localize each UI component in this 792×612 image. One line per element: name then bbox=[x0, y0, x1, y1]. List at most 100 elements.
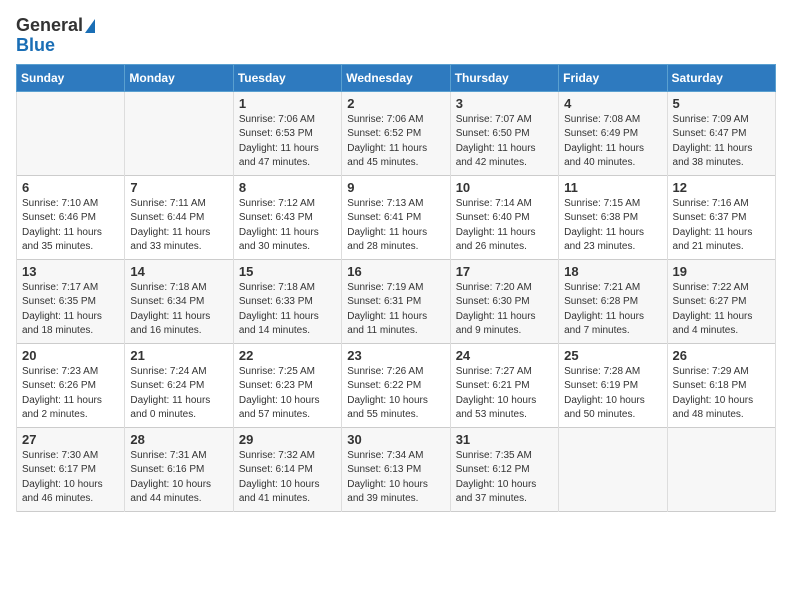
day-number: 29 bbox=[239, 432, 336, 447]
daylight-text: Daylight: 11 hours and 23 minutes. bbox=[564, 226, 661, 255]
calendar-week-row: 20Sunrise: 7:23 AMSunset: 6:26 PMDayligh… bbox=[17, 343, 776, 427]
day-detail: Sunrise: 7:24 AMSunset: 6:24 PMDaylight:… bbox=[130, 365, 227, 423]
sunrise-text: Sunrise: 7:11 AM bbox=[130, 197, 227, 212]
sunset-text: Sunset: 6:35 PM bbox=[22, 295, 119, 310]
sunrise-text: Sunrise: 7:17 AM bbox=[22, 281, 119, 296]
day-number: 16 bbox=[347, 264, 444, 279]
day-number: 3 bbox=[456, 96, 553, 111]
sunset-text: Sunset: 6:16 PM bbox=[130, 463, 227, 478]
sunrise-text: Sunrise: 7:09 AM bbox=[673, 113, 770, 128]
daylight-text: Daylight: 11 hours and 33 minutes. bbox=[130, 226, 227, 255]
sunrise-text: Sunrise: 7:06 AM bbox=[239, 113, 336, 128]
daylight-text: Daylight: 11 hours and 28 minutes. bbox=[347, 226, 444, 255]
sunrise-text: Sunrise: 7:07 AM bbox=[456, 113, 553, 128]
sunset-text: Sunset: 6:46 PM bbox=[22, 211, 119, 226]
day-detail: Sunrise: 7:07 AMSunset: 6:50 PMDaylight:… bbox=[456, 113, 553, 171]
sunset-text: Sunset: 6:40 PM bbox=[456, 211, 553, 226]
daylight-text: Daylight: 11 hours and 26 minutes. bbox=[456, 226, 553, 255]
sunrise-text: Sunrise: 7:08 AM bbox=[564, 113, 661, 128]
calendar-cell bbox=[559, 427, 667, 511]
weekday-header-row: SundayMondayTuesdayWednesdayThursdayFrid… bbox=[17, 64, 776, 91]
sunrise-text: Sunrise: 7:25 AM bbox=[239, 365, 336, 380]
sunrise-text: Sunrise: 7:22 AM bbox=[673, 281, 770, 296]
sunset-text: Sunset: 6:50 PM bbox=[456, 127, 553, 142]
calendar-cell: 28Sunrise: 7:31 AMSunset: 6:16 PMDayligh… bbox=[125, 427, 233, 511]
sunset-text: Sunset: 6:23 PM bbox=[239, 379, 336, 394]
daylight-text: Daylight: 11 hours and 30 minutes. bbox=[239, 226, 336, 255]
day-detail: Sunrise: 7:18 AMSunset: 6:34 PMDaylight:… bbox=[130, 281, 227, 339]
calendar-cell: 14 Sunrise: 7:18 AMSunset: 6:34 PMDayligh… bbox=[125, 259, 233, 343]
calendar-cell: 25Sunrise: 7:28 AMSunset: 6:19 PMDayligh… bbox=[559, 343, 667, 427]
calendar-cell: 9Sunrise: 7:13 AMSunset: 6:41 PMDaylight… bbox=[342, 175, 450, 259]
day-detail: Sunrise: 7:19 AMSunset: 6:31 PMDaylight:… bbox=[347, 281, 444, 339]
day-number: 1 bbox=[239, 96, 336, 111]
day-number: 27 bbox=[22, 432, 119, 447]
day-detail: Sunrise: 7:16 AMSunset: 6:37 PMDaylight:… bbox=[673, 197, 770, 255]
sunset-text: Sunset: 6:22 PM bbox=[347, 379, 444, 394]
day-detail: Sunrise: 7:09 AMSunset: 6:47 PMDaylight:… bbox=[673, 113, 770, 171]
sunrise-text: Sunrise: 7:35 AM bbox=[456, 449, 553, 464]
day-number: 12 bbox=[673, 180, 770, 195]
sunrise-text: Sunrise: 7:19 AM bbox=[347, 281, 444, 296]
day-number: 31 bbox=[456, 432, 553, 447]
day-detail: Sunrise: 7:10 AMSunset: 6:46 PMDaylight:… bbox=[22, 197, 119, 255]
sunset-text: Sunset: 6:30 PM bbox=[456, 295, 553, 310]
day-number: 24 bbox=[456, 348, 553, 363]
daylight-text: Daylight: 10 hours and 48 minutes. bbox=[673, 394, 770, 423]
day-detail: Sunrise: 7:21 AMSunset: 6:28 PMDaylight:… bbox=[564, 281, 661, 339]
calendar-cell: 21Sunrise: 7:24 AMSunset: 6:24 PMDayligh… bbox=[125, 343, 233, 427]
weekday-header-friday: Friday bbox=[559, 64, 667, 91]
day-detail: Sunrise: 7:27 AMSunset: 6:21 PMDaylight:… bbox=[456, 365, 553, 423]
daylight-text: Daylight: 10 hours and 44 minutes. bbox=[130, 478, 227, 507]
sunset-text: Sunset: 6:27 PM bbox=[673, 295, 770, 310]
sunset-text: Sunset: 6:13 PM bbox=[347, 463, 444, 478]
weekday-header-wednesday: Wednesday bbox=[342, 64, 450, 91]
calendar-cell: 23Sunrise: 7:26 AMSunset: 6:22 PMDayligh… bbox=[342, 343, 450, 427]
header: General Blue bbox=[16, 16, 776, 56]
calendar-cell: 13Sunrise: 7:17 AMSunset: 6:35 PMDayligh… bbox=[17, 259, 125, 343]
daylight-text: Daylight: 11 hours and 9 minutes. bbox=[456, 310, 553, 339]
sunrise-text: Sunrise: 7:18 AM bbox=[130, 281, 227, 296]
weekday-header-saturday: Saturday bbox=[667, 64, 775, 91]
daylight-text: Daylight: 11 hours and 45 minutes. bbox=[347, 142, 444, 171]
day-number: 10 bbox=[456, 180, 553, 195]
calendar-cell: 15Sunrise: 7:18 AMSunset: 6:33 PMDayligh… bbox=[233, 259, 341, 343]
sunrise-text: Sunrise: 7:29 AM bbox=[673, 365, 770, 380]
calendar-cell: 30 Sunrise: 7:34 AMSunset: 6:13 PMDayligh… bbox=[342, 427, 450, 511]
day-detail: Sunrise: 7:30 AMSunset: 6:17 PMDaylight:… bbox=[22, 449, 119, 507]
sunset-text: Sunset: 6:33 PM bbox=[239, 295, 336, 310]
calendar-cell: 31 Sunrise: 7:35 AMSunset: 6:12 PMDayligh… bbox=[450, 427, 558, 511]
day-number: 14 bbox=[130, 264, 227, 279]
sunset-text: Sunset: 6:24 PM bbox=[130, 379, 227, 394]
daylight-text: Daylight: 10 hours and 46 minutes. bbox=[22, 478, 119, 507]
sunset-text: Sunset: 6:43 PM bbox=[239, 211, 336, 226]
sunset-text: Sunset: 6:18 PM bbox=[673, 379, 770, 394]
calendar-cell: 19Sunrise: 7:22 AMSunset: 6:27 PMDayligh… bbox=[667, 259, 775, 343]
day-detail: Sunrise: 7:25 AMSunset: 6:23 PMDaylight:… bbox=[239, 365, 336, 423]
sunset-text: Sunset: 6:12 PM bbox=[456, 463, 553, 478]
daylight-text: Daylight: 11 hours and 38 minutes. bbox=[673, 142, 770, 171]
day-detail: Sunrise: 7:18 AMSunset: 6:33 PMDaylight:… bbox=[239, 281, 336, 339]
sunrise-text: Sunrise: 7:31 AM bbox=[130, 449, 227, 464]
calendar-cell: 24 Sunrise: 7:27 AMSunset: 6:21 PMDayligh… bbox=[450, 343, 558, 427]
daylight-text: Daylight: 11 hours and 11 minutes. bbox=[347, 310, 444, 339]
sunset-text: Sunset: 6:17 PM bbox=[22, 463, 119, 478]
sunrise-text: Sunrise: 7:13 AM bbox=[347, 197, 444, 212]
calendar-cell: 10Sunrise: 7:14 AMSunset: 6:40 PMDayligh… bbox=[450, 175, 558, 259]
sunrise-text: Sunrise: 7:20 AM bbox=[456, 281, 553, 296]
calendar-cell: 1Sunrise: 7:06 AMSunset: 6:53 PMDaylight… bbox=[233, 91, 341, 175]
day-detail: Sunrise: 7:34 AMSunset: 6:13 PMDaylight:… bbox=[347, 449, 444, 507]
day-number: 4 bbox=[564, 96, 661, 111]
day-detail: Sunrise: 7:26 AMSunset: 6:22 PMDaylight:… bbox=[347, 365, 444, 423]
daylight-text: Daylight: 11 hours and 40 minutes. bbox=[564, 142, 661, 171]
calendar-week-row: 1Sunrise: 7:06 AMSunset: 6:53 PMDaylight… bbox=[17, 91, 776, 175]
daylight-text: Daylight: 11 hours and 16 minutes. bbox=[130, 310, 227, 339]
day-number: 6 bbox=[22, 180, 119, 195]
day-detail: Sunrise: 7:35 AMSunset: 6:12 PMDaylight:… bbox=[456, 449, 553, 507]
sunrise-text: Sunrise: 7:15 AM bbox=[564, 197, 661, 212]
sunset-text: Sunset: 6:31 PM bbox=[347, 295, 444, 310]
day-detail: Sunrise: 7:20 AMSunset: 6:30 PMDaylight:… bbox=[456, 281, 553, 339]
sunset-text: Sunset: 6:28 PM bbox=[564, 295, 661, 310]
day-number: 30 bbox=[347, 432, 444, 447]
day-detail: Sunrise: 7:15 AMSunset: 6:38 PMDaylight:… bbox=[564, 197, 661, 255]
